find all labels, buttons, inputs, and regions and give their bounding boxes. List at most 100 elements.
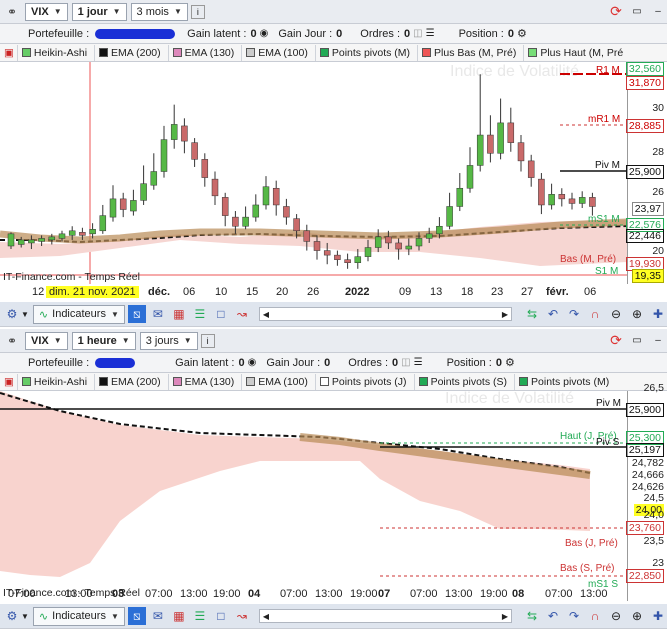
zoom-out-icon[interactable]: ⊖ [607,305,625,323]
chart-icon[interactable]: □ [212,305,230,323]
bottom-chart-area[interactable]: Indice de Volatilité Piv M Haut (J, Pré)… [0,390,627,601]
symbol-select[interactable]: VIX ▼ [25,2,68,21]
redo-icon[interactable]: ↷ [565,607,583,625]
watermark: Indice de Volatilité [445,391,574,407]
indicator-chip[interactable]: Points pivots (S) [413,373,511,390]
list-icon[interactable]: ☰ [191,607,209,625]
indicators-button[interactable]: ∿ Indicateurs ▼ [32,606,125,626]
zoom-in-icon[interactable]: ⊕ [628,607,646,625]
price-tick: 26,5 [643,382,664,394]
chart-type-icon[interactable]: ⚙ [3,305,21,323]
orders-list-icon[interactable]: ☰ [426,28,435,39]
info-icon[interactable]: i [200,333,215,348]
indicator-chip[interactable]: Plus Bas (M, Pré) [417,44,520,61]
refresh-icon[interactable]: ⟳ [607,3,625,21]
date-tick: 26 [307,286,320,298]
window-icon[interactable]: ▭ [628,3,646,21]
undo-icon[interactable]: ↶ [544,607,562,625]
day-gain-value: 0 [336,27,343,40]
orders-icon[interactable]: ◫ [401,357,410,368]
magnet-icon[interactable]: ∩ [586,607,604,625]
download-icon[interactable]: ▣ [4,376,14,388]
indicator-chip[interactable]: EMA (200) [94,373,165,390]
crosshair-icon[interactable]: ✚ [649,305,667,323]
indicator-chip[interactable]: Plus Haut (M, Pré [523,44,627,61]
eye-icon[interactable]: ◉ [260,28,269,39]
low-label: Bas (M, Pré) [560,254,616,265]
range-select[interactable]: 3 jours ▼ [139,331,198,350]
date-tick: 13:00 [445,588,473,600]
swap-icon[interactable]: ⇆ [523,305,541,323]
scroll-right-icon[interactable]: ▶ [502,612,508,621]
refresh-icon[interactable]: ⟳ [607,332,625,350]
chevron-down-icon[interactable]: ▼ [21,612,29,621]
crosshair-icon[interactable]: ✚ [649,607,667,625]
gear-icon[interactable]: ⚙ [505,356,515,369]
info-icon[interactable]: i [190,4,205,19]
orders-icon[interactable]: ◫ [413,28,422,39]
minimize-icon[interactable]: – [649,3,667,21]
share-icon[interactable]: ⧅ [127,305,146,323]
scroll-left-icon[interactable]: ◀ [263,310,269,319]
indicator-chip[interactable]: Heikin-Ashi [16,44,91,61]
candle [58,233,66,239]
indicator-chip[interactable]: Heikin-Ashi [16,373,91,390]
download-icon[interactable]: ▣ [4,47,14,59]
interval-select[interactable]: 1 heure ▼ [71,331,136,350]
draw-icon[interactable]: ↝ [233,607,251,625]
indicator-chip[interactable]: EMA (100) [241,44,312,61]
swap-icon[interactable]: ⇆ [523,607,541,625]
chevron-down-icon[interactable]: ▼ [21,310,29,319]
redo-icon[interactable]: ↷ [565,305,583,323]
chart-type-icon[interactable]: ⚙ [3,607,21,625]
eye-icon[interactable]: ◉ [248,357,257,368]
date-tick: 18 [461,286,474,298]
chart-icon[interactable]: □ [212,607,230,625]
range-select[interactable]: 3 mois ▼ [130,2,188,21]
calculator-icon[interactable]: ▦ [170,305,188,323]
minimize-icon[interactable]: – [649,332,667,350]
bottom-chart-svg[interactable]: Indice de Volatilité Piv M Haut (J, Pré)… [0,390,627,601]
comment-icon[interactable]: ✉ [149,607,167,625]
indicator-chip[interactable]: Points pivots (J) [314,373,411,390]
indicator-chip[interactable]: EMA (130) [167,373,239,390]
swatch-icon [99,377,109,386]
indicator-label: Points pivots (J) [331,375,407,388]
candle [395,242,402,250]
magnet-icon[interactable]: ∩ [586,305,604,323]
indicator-chip[interactable]: Points pivots (M) [514,373,613,390]
date-tick: 07 [378,588,391,600]
calculator-icon[interactable]: ▦ [170,607,188,625]
time-scrollbar[interactable]: ◀ ▶ [258,609,512,623]
top-portfolio-bar: Portefeuille : Gain latent :0 ◉ Gain Jou… [0,24,667,44]
scroll-right-icon[interactable]: ▶ [502,310,508,319]
symbol-select[interactable]: VIX ▼ [25,331,68,350]
top-chart-svg[interactable]: Indice de Volatilité R1 M mR1 M Piv M mS… [0,62,628,284]
orders-list-icon[interactable]: ☰ [414,357,423,368]
time-scrollbar[interactable]: ◀ ▶ [258,307,512,321]
window-icon[interactable]: ▭ [628,332,646,350]
chevron-down-icon: ▼ [112,7,121,16]
indicator-chip[interactable]: Points pivots (M) [314,44,414,61]
list-icon[interactable]: ☰ [191,305,209,323]
draw-icon[interactable]: ↝ [233,305,251,323]
indicators-button[interactable]: ∿ Indicateurs ▼ [32,304,125,324]
interval-select[interactable]: 1 jour ▼ [71,2,127,21]
indicator-chip[interactable]: EMA (100) [241,373,312,390]
bottom-price-axis[interactable]: 26,5 25,900 25,300 25,197 24,782 24,666 … [625,382,667,601]
indicator-chip[interactable]: EMA (200) [94,44,165,61]
comment-icon[interactable]: ✉ [149,305,167,323]
link-icon[interactable]: ⚭ [3,332,21,350]
zoom-out-icon[interactable]: ⊖ [607,607,625,625]
link-icon[interactable]: ⚭ [3,3,21,21]
position-value: 0 [507,27,514,40]
top-price-axis[interactable]: 32,560 31,870 30 28,885 28 26 25,900 23,… [625,62,667,284]
indicator-chip[interactable]: EMA (130) [167,44,239,61]
undo-icon[interactable]: ↶ [544,305,562,323]
scroll-left-icon[interactable]: ◀ [263,612,269,621]
gear-icon[interactable]: ⚙ [517,27,527,40]
top-chart-area[interactable]: Indice de Volatilité R1 M mR1 M Piv M mS… [0,62,628,284]
share-icon[interactable]: ⧅ [127,607,146,625]
zoom-in-icon[interactable]: ⊕ [628,305,646,323]
price-tick: 30 [652,102,664,114]
